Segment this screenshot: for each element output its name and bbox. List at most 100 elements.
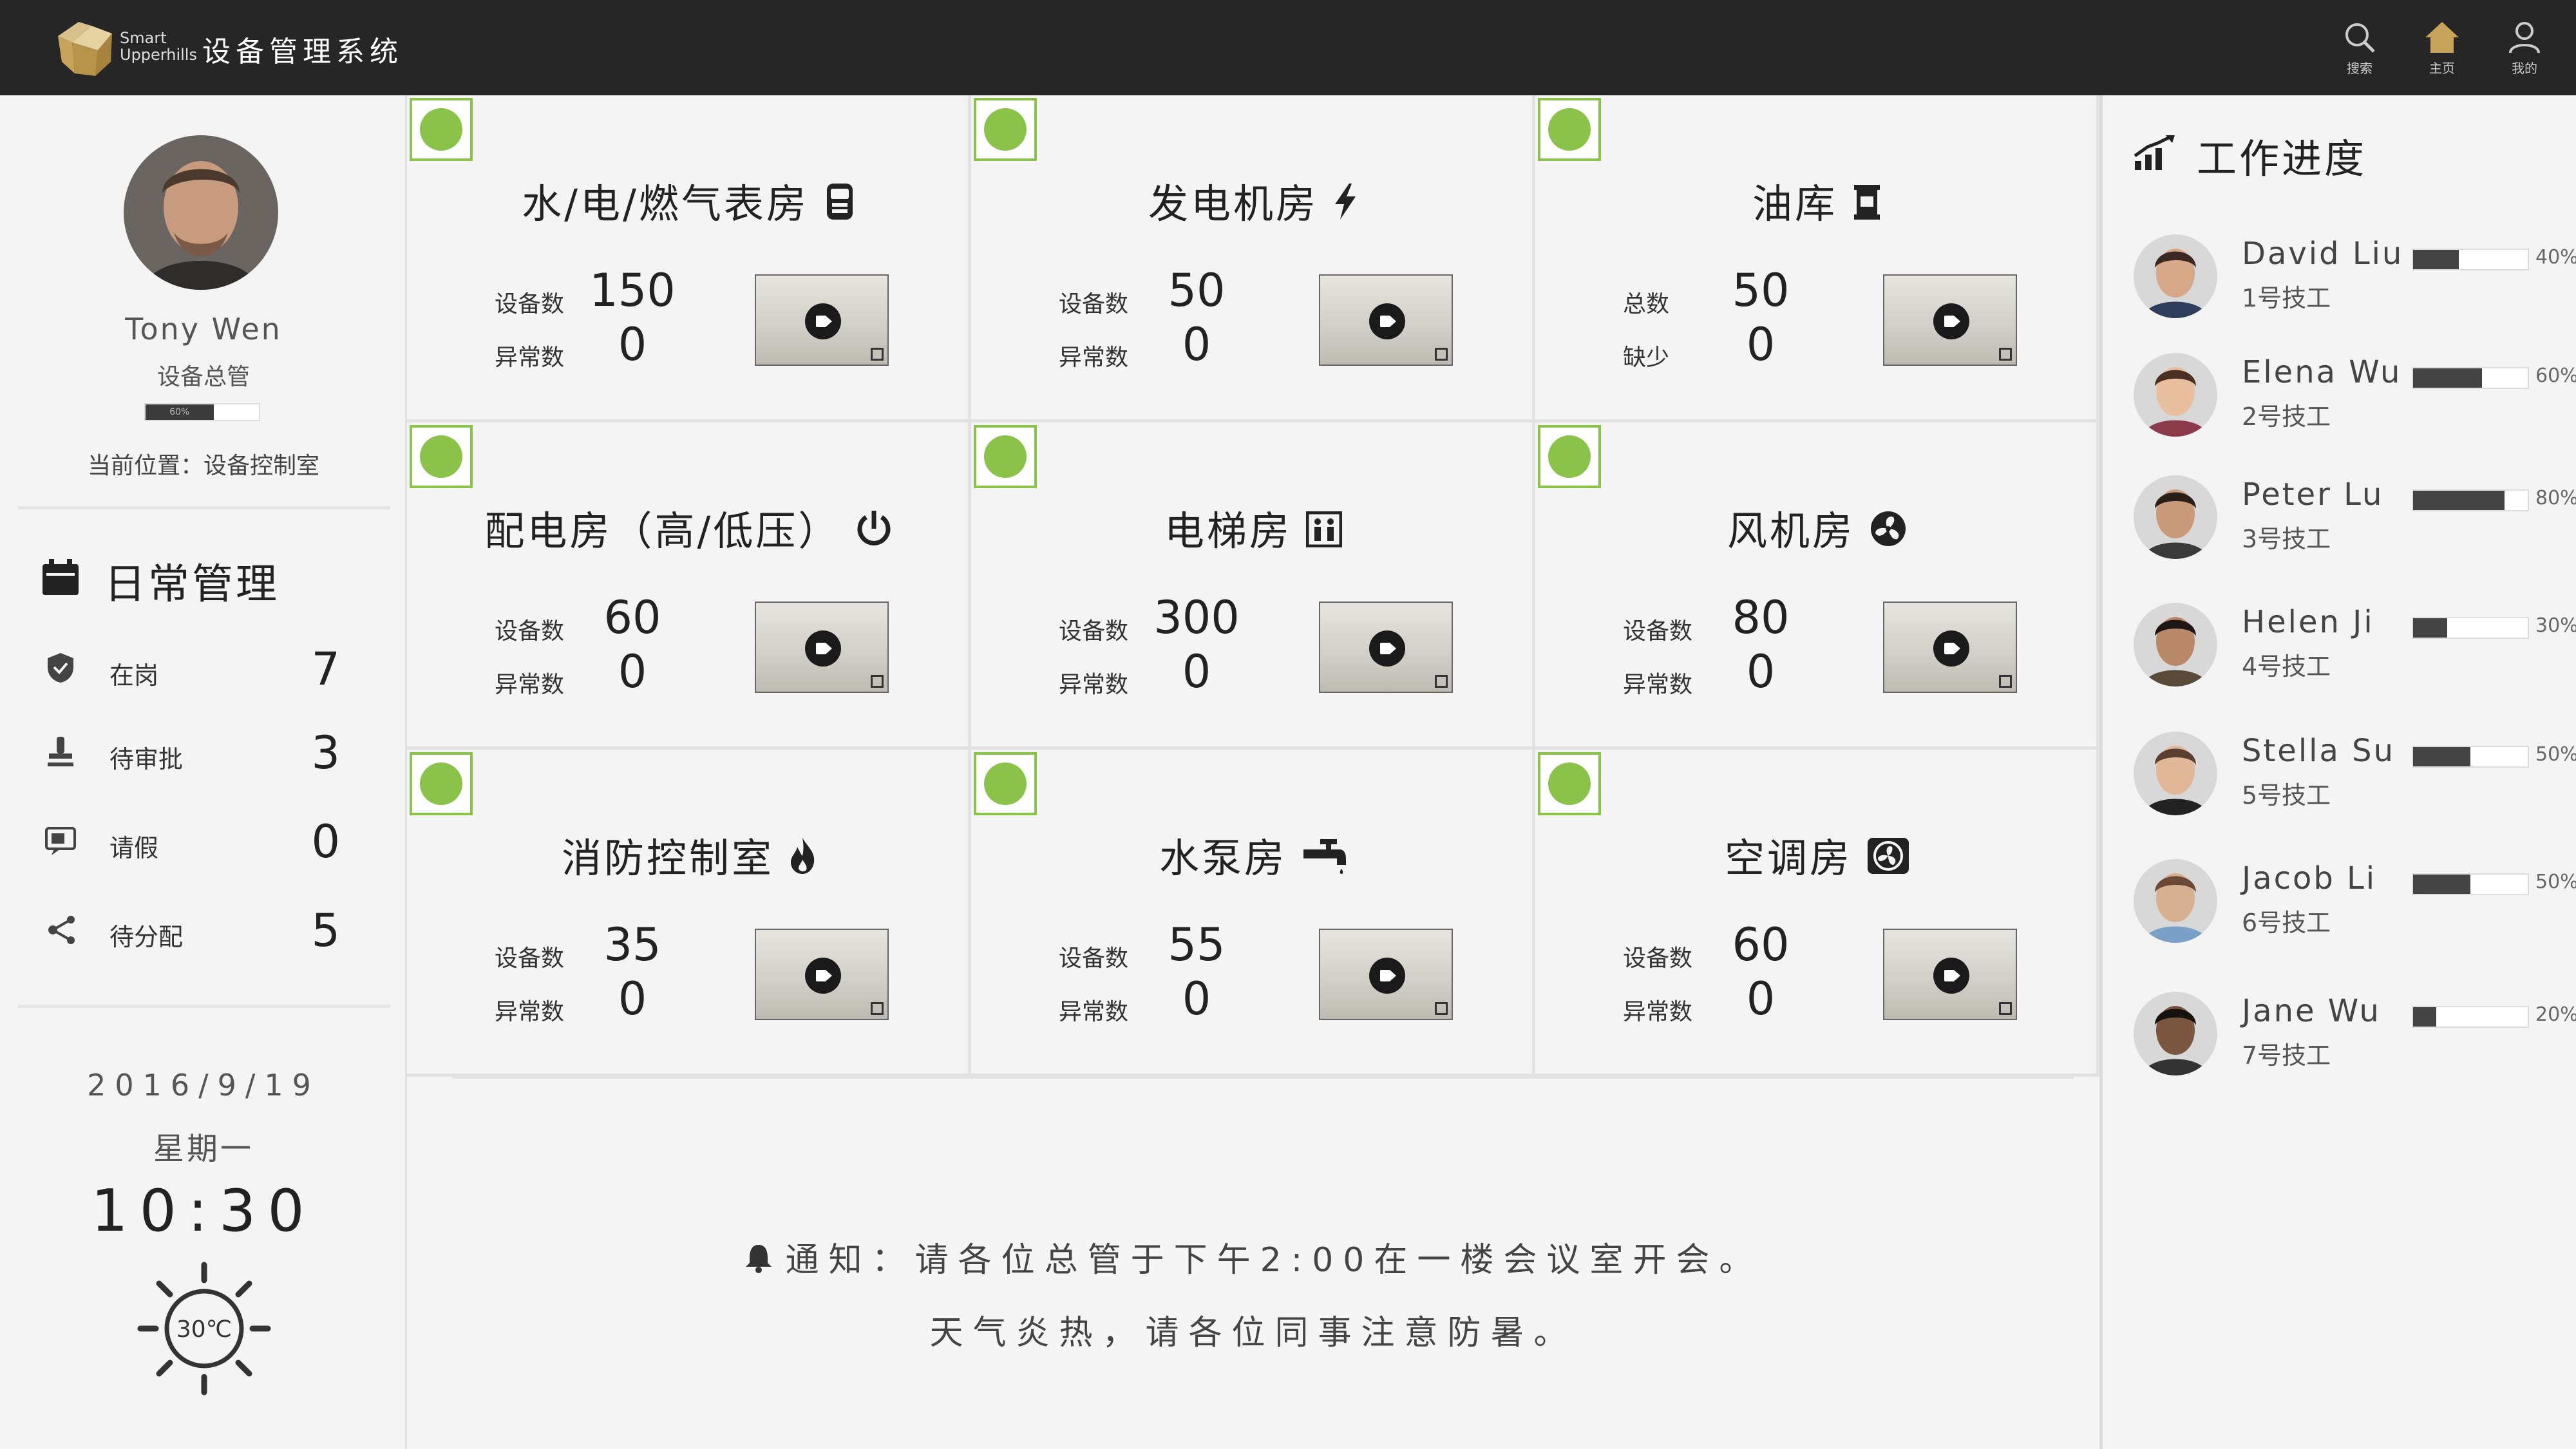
camera-thumbnail[interactable] (1319, 601, 1453, 693)
status-indicator (974, 98, 1037, 161)
camera-thumbnail[interactable] (1883, 601, 2017, 693)
worker-row[interactable]: Helen Ji 4号技工 30% (2103, 598, 2576, 707)
progress-chart-icon (2134, 135, 2175, 170)
video-play-icon[interactable] (805, 303, 841, 339)
room-card-fire-control[interactable]: 消防控制室 设备数 35 异常数 0 (407, 750, 971, 1077)
worker-row[interactable]: Stella Su 5号技工 50% (2103, 726, 2576, 836)
daily-item-count: 0 (311, 815, 340, 868)
worker-progress-fill (2413, 250, 2459, 269)
camera-thumbnail[interactable] (755, 929, 889, 1020)
nav-search-button[interactable]: 搜索 (2321, 19, 2398, 84)
fullscreen-icon[interactable] (871, 1002, 884, 1015)
sun-icon: 30℃ (137, 1262, 271, 1396)
metric-value: 60 (603, 591, 661, 644)
status-indicator (974, 425, 1037, 488)
video-play-icon[interactable] (1933, 303, 1969, 339)
room-title: 风机房 (1535, 498, 2099, 558)
video-play-icon[interactable] (805, 630, 841, 667)
status-indicator (1538, 98, 1601, 161)
fan-icon (1871, 511, 1906, 547)
metric-label: 缺少 (1623, 345, 1670, 371)
room-card-power-distribution[interactable]: 配电房（高/低压） 设备数 60 异常数 0 (407, 422, 971, 750)
worker-row[interactable]: Jane Wu 7号技工 20% (2103, 987, 2576, 1096)
room-card-fan[interactable]: 风机房 设备数 80 异常数 0 (1535, 422, 2099, 750)
status-indicator (1538, 425, 1601, 488)
metric-label: 异常数 (1059, 999, 1129, 1025)
camera-thumbnail[interactable] (1319, 929, 1453, 1020)
weather-widget: 30℃ (137, 1261, 272, 1396)
nav-search-label: 搜索 (2347, 61, 2372, 76)
metric-label: 设备数 (495, 618, 565, 645)
worker-name: Helen Ji (2242, 604, 2374, 640)
daily-item-count: 5 (311, 904, 340, 957)
daily-item-to-assign[interactable]: 待分配 5 (0, 898, 407, 969)
camera-thumbnail[interactable] (1319, 274, 1453, 366)
daily-item-label: 在岗 (109, 661, 159, 690)
nav-home-button[interactable]: 主页 (2403, 19, 2481, 84)
nav-profile-button[interactable]: 我的 (2486, 19, 2563, 84)
fullscreen-icon[interactable] (1435, 675, 1448, 688)
worker-progress-fill (2413, 875, 2470, 894)
fullscreen-icon[interactable] (1999, 348, 2012, 361)
video-play-icon[interactable] (1933, 958, 1969, 994)
metric-value: 0 (1182, 645, 1211, 698)
fullscreen-icon[interactable] (1999, 675, 2012, 688)
notice-line-2: 天气炎热，请各位同事注意防暑。 (929, 1314, 1577, 1352)
fullscreen-icon[interactable] (1435, 348, 1448, 361)
worker-avatar[interactable] (2134, 859, 2217, 943)
daily-item-on-duty[interactable]: 在岗 7 (0, 636, 407, 707)
metric-value: 55 (1168, 918, 1226, 971)
fullscreen-icon[interactable] (871, 348, 884, 361)
worker-row[interactable]: Peter Lu 3号技工 80% (2103, 470, 2576, 580)
metric-label: 异常数 (1059, 345, 1129, 371)
fullscreen-icon[interactable] (871, 675, 884, 688)
video-play-icon[interactable] (1369, 958, 1405, 994)
shield-icon (48, 653, 73, 683)
current-location: 当前位置：设备控制室 (87, 453, 319, 479)
bell-icon (745, 1245, 772, 1273)
worker-row[interactable]: Jacob Li 6号技工 50% (2103, 854, 2576, 963)
worker-row[interactable]: David Liu 1号技工 40% (2103, 229, 2576, 339)
brand-name: Smart Upperhills (120, 29, 197, 64)
power-icon (857, 511, 891, 546)
daily-item-pending-approval[interactable]: 待审批 3 (0, 720, 407, 791)
video-play-icon[interactable] (805, 958, 841, 994)
video-play-icon[interactable] (1369, 303, 1405, 339)
worker-avatar[interactable] (2134, 992, 2217, 1075)
daily-item-leave[interactable]: 请假 0 (0, 809, 407, 880)
worker-avatar[interactable] (2134, 603, 2217, 687)
video-play-icon[interactable] (1369, 630, 1405, 667)
status-indicator (974, 752, 1037, 815)
fullscreen-icon[interactable] (1999, 1002, 2012, 1015)
worker-name: Elena Wu (2242, 354, 2402, 390)
room-card-air-conditioning[interactable]: 空调房 设备数 60 异常数 0 (1535, 750, 2099, 1077)
video-play-icon[interactable] (1933, 630, 1969, 667)
worker-avatar[interactable] (2134, 353, 2217, 437)
worker-avatar[interactable] (2134, 475, 2217, 559)
metric-value: 60 (1732, 918, 1790, 971)
camera-thumbnail[interactable] (755, 274, 889, 366)
room-card-generator[interactable]: 发电机房 设备数 50 异常数 0 (971, 95, 1535, 422)
avatar[interactable] (124, 135, 278, 290)
fire-icon (791, 838, 815, 875)
worker-progress-percent: 50% (2535, 743, 2576, 766)
camera-thumbnail[interactable] (1883, 929, 2017, 1020)
metric-value: 300 (1153, 591, 1240, 644)
camera-thumbnail[interactable] (755, 601, 889, 693)
camera-thumbnail[interactable] (1883, 274, 2017, 366)
fullscreen-icon[interactable] (1435, 1002, 1448, 1015)
daily-item-count: 7 (311, 643, 340, 696)
worker-progress-bar (2412, 1006, 2529, 1028)
worker-progress-percent: 20% (2535, 1003, 2576, 1026)
room-card-water-pump[interactable]: 水泵房 设备数 55 异常数 0 (971, 750, 1535, 1077)
room-card-oil-depot[interactable]: 油库 总数 50 缺少 0 (1535, 95, 2099, 422)
metric-label: 设备数 (1623, 618, 1693, 645)
worker-row[interactable]: Elena Wu 2号技工 60% (2103, 348, 2576, 457)
worker-name: Peter Lu (2242, 477, 2384, 513)
worker-avatar[interactable] (2134, 732, 2217, 815)
stamp-icon (48, 737, 73, 766)
metric-value: 0 (618, 318, 647, 371)
room-card-elevator[interactable]: 电梯房 设备数 300 异常数 0 (971, 422, 1535, 750)
room-card-meter[interactable]: 水/电/燃气表房 设备数 150 异常数 0 (407, 95, 971, 422)
worker-avatar[interactable] (2134, 234, 2217, 318)
